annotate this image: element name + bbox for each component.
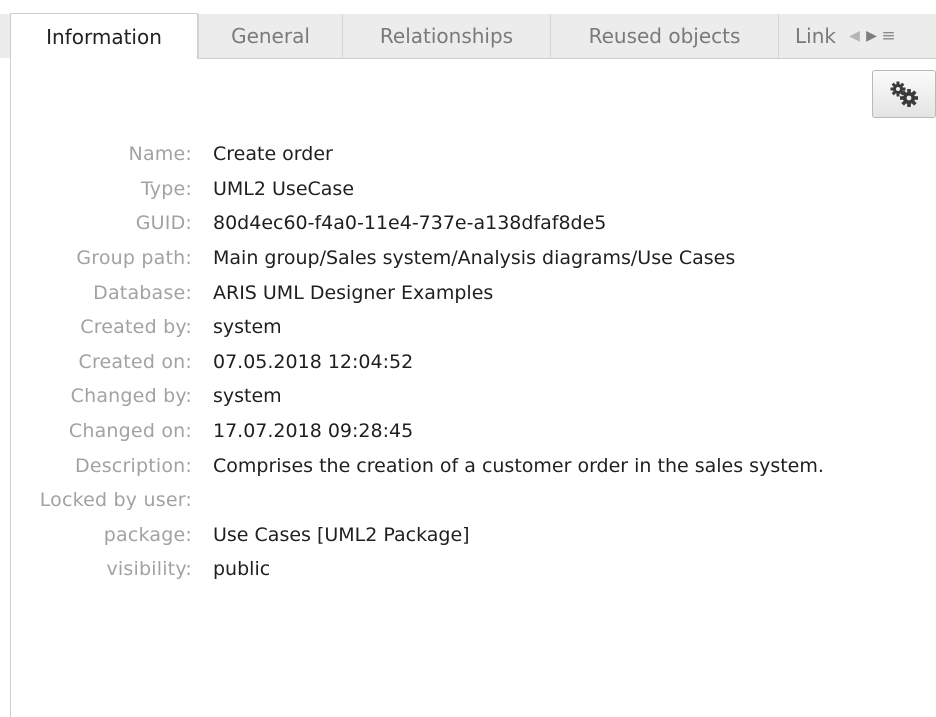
tab-bar: Information General Relationships Reused… <box>0 0 936 59</box>
property-label: Locked by user: <box>39 489 192 512</box>
tab-information[interactable]: Information <box>10 13 198 59</box>
tab-general[interactable]: General <box>198 14 342 58</box>
property-value: 80d4ec60-f4a0-11e4-737e-a138dfaf8de5 <box>213 212 607 235</box>
tab-label: Link <box>795 24 836 48</box>
property-label: Created by: <box>80 316 192 339</box>
property-label: Created on: <box>78 350 192 373</box>
property-row-locked-by-user: Locked by user: <box>0 483 936 518</box>
properties-panel: Information General Relationships Reused… <box>0 0 936 717</box>
tab-label: General <box>231 24 310 48</box>
triangle-right-icon[interactable]: ▶ <box>863 28 880 44</box>
property-row-group-path: Group path: Main group/Sales system/Anal… <box>0 241 936 276</box>
property-value: 07.05.2018 12:04:52 <box>213 350 414 373</box>
property-row-changed-by: Changed by: system <box>0 379 936 414</box>
property-value: Use Cases [UML2 Package] <box>213 523 470 546</box>
property-value: Comprises the creation of a customer ord… <box>213 454 824 477</box>
property-row-created-by: Created by: system <box>0 310 936 345</box>
property-label: Name: <box>128 143 192 166</box>
property-row-visibility: visibility: public <box>0 552 936 587</box>
property-list: Name: Create order Type: UML2 UseCase GU… <box>0 137 936 587</box>
tab-reused-objects[interactable]: Reused objects <box>550 14 778 58</box>
property-row-database: Database: ARIS UML Designer Examples <box>0 275 936 310</box>
property-row-type: Type: UML2 UseCase <box>0 172 936 207</box>
property-label: Database: <box>93 281 192 304</box>
property-row-package: package: Use Cases [UML2 Package] <box>0 518 936 553</box>
property-row-changed-on: Changed on: 17.07.2018 09:28:45 <box>0 414 936 449</box>
property-label: package: <box>103 523 192 546</box>
property-label: visibility: <box>106 558 192 581</box>
settings-button[interactable] <box>872 70 936 118</box>
property-value: 17.07.2018 09:28:45 <box>213 420 414 443</box>
hamburger-menu-icon[interactable]: ≡ <box>880 26 897 46</box>
property-row-created-on: Created on: 07.05.2018 12:04:52 <box>0 345 936 380</box>
tab-label: Reused objects <box>588 24 741 48</box>
property-row-name: Name: Create order <box>0 137 936 172</box>
property-value: public <box>213 558 271 581</box>
tab-navigation: ◀ ▶ ≡ <box>846 14 936 58</box>
property-label: Changed on: <box>68 420 192 443</box>
property-value: Create order <box>213 143 333 166</box>
property-label: Changed by: <box>70 385 192 408</box>
gears-icon <box>890 81 918 107</box>
tab-label: Relationships <box>379 24 514 48</box>
property-label: GUID: <box>135 212 192 235</box>
property-value: ARIS UML Designer Examples <box>213 281 494 304</box>
property-label: Description: <box>74 454 192 477</box>
tab-label: Information <box>46 24 162 49</box>
property-row-description: Description: Comprises the creation of a… <box>0 448 936 483</box>
property-value: system <box>213 316 282 339</box>
triangle-left-icon[interactable]: ◀ <box>846 28 863 44</box>
property-value: system <box>213 385 282 408</box>
property-label: Type: <box>140 177 192 200</box>
property-row-guid: GUID: 80d4ec60-f4a0-11e4-737e-a138dfaf8d… <box>0 206 936 241</box>
tab-relationships[interactable]: Relationships <box>342 14 550 58</box>
property-value: UML2 UseCase <box>213 177 355 200</box>
property-value: Main group/Sales system/Analysis diagram… <box>213 247 736 270</box>
property-label: Group path: <box>76 247 192 270</box>
